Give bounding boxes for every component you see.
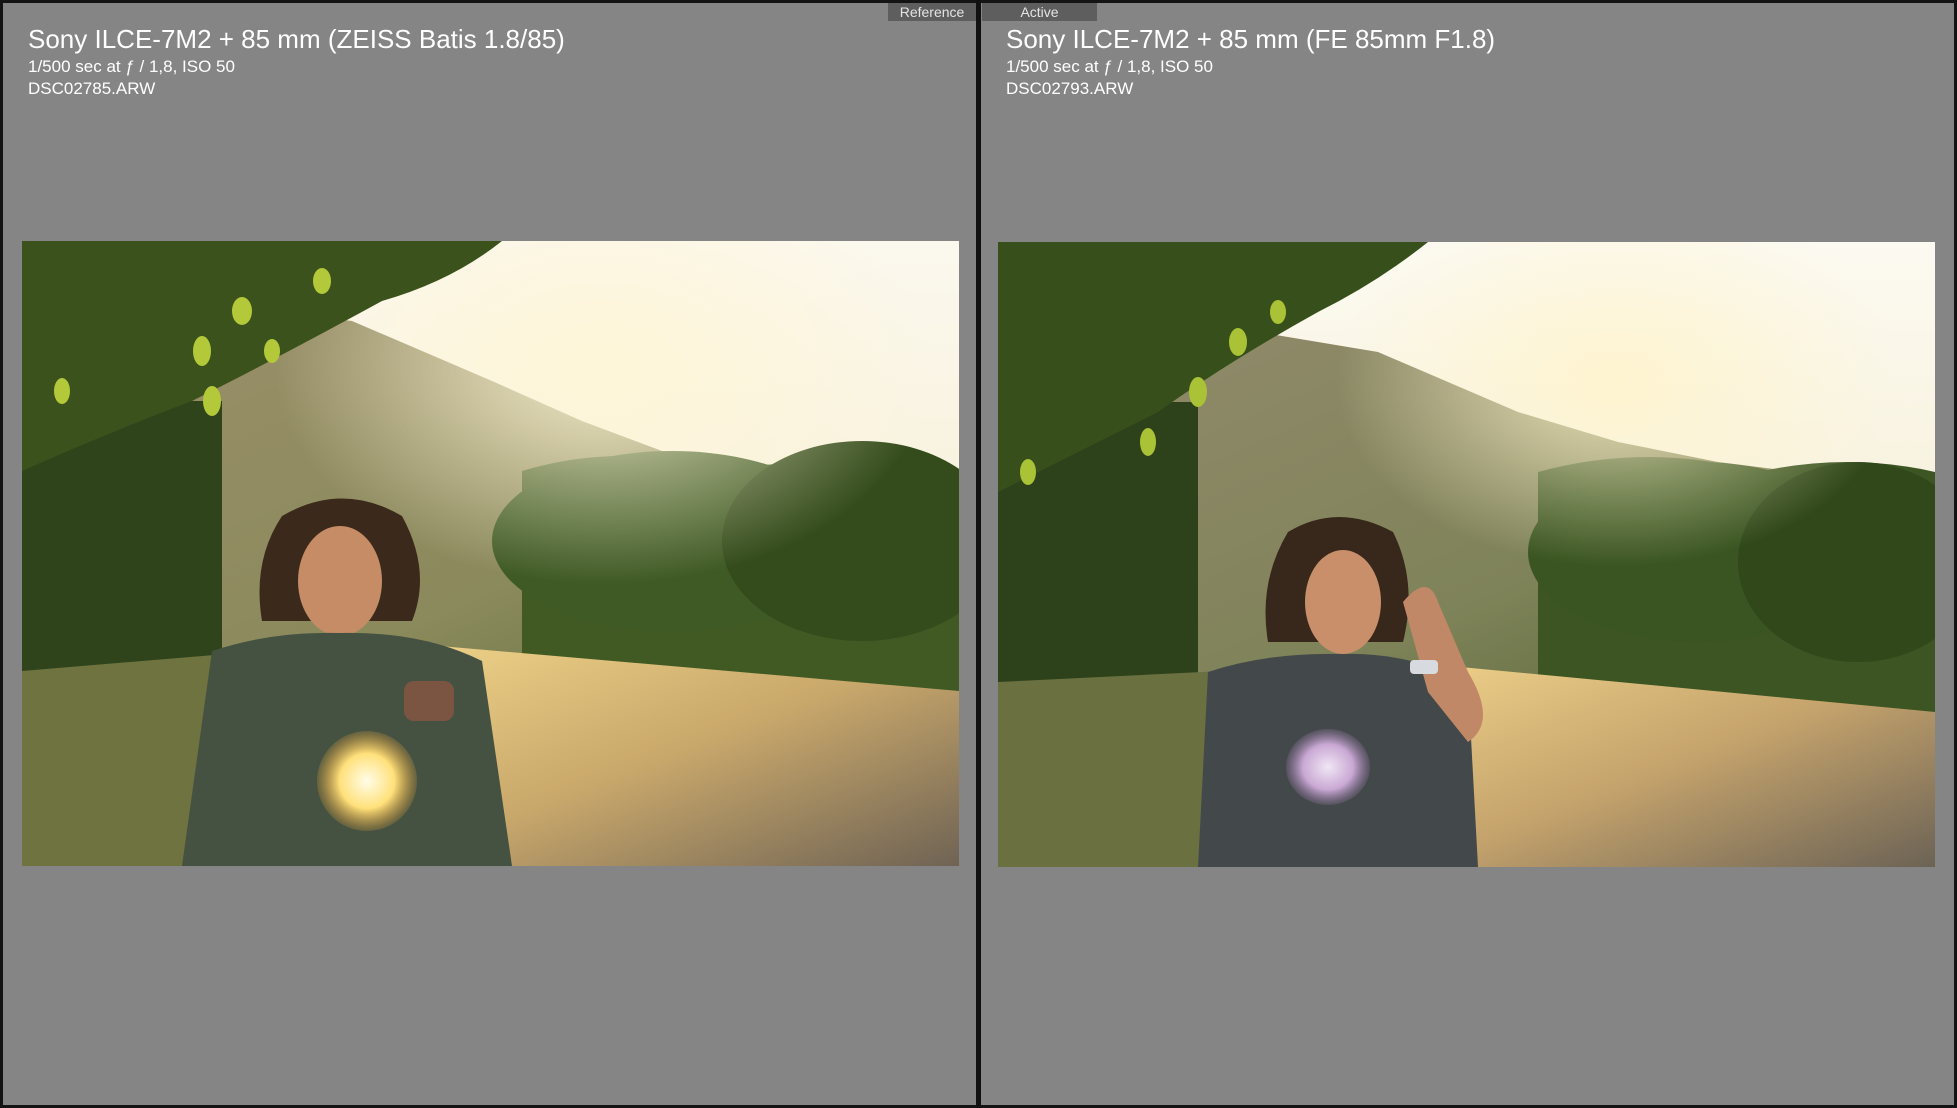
reference-camera-lens: Sony ILCE-7M2 + 85 mm (ZEISS Batis 1.8/8… [28,24,565,54]
active-info: Sony ILCE-7M2 + 85 mm (FE 85mm F1.8) 1/5… [1006,22,1495,100]
reference-info: Sony ILCE-7M2 + 85 mm (ZEISS Batis 1.8/8… [28,22,565,100]
active-badge: Active [982,3,1097,21]
active-photo-image [998,242,1935,867]
reference-badge: Reference [888,3,976,21]
active-pane[interactable]: Active Sony ILCE-7M2 + 85 mm (FE 85mm F1… [981,3,1954,1105]
active-camera-lens: Sony ILCE-7M2 + 85 mm (FE 85mm F1.8) [1006,24,1496,54]
active-exposure: 1/500 sec at ƒ / 1,8, ISO 50 [1006,57,1213,76]
active-filename: DSC02793.ARW [1006,79,1134,98]
active-photo[interactable] [998,242,1935,867]
reference-filename: DSC02785.ARW [28,79,156,98]
reference-exposure: 1/500 sec at ƒ / 1,8, ISO 50 [28,57,235,76]
reference-photo[interactable] [22,241,959,866]
reference-photo-image [22,241,959,866]
reference-pane[interactable]: Reference Sony ILCE-7M2 + 85 mm (ZEISS B… [3,3,976,1105]
compare-view: Reference Sony ILCE-7M2 + 85 mm (ZEISS B… [0,0,1957,1108]
